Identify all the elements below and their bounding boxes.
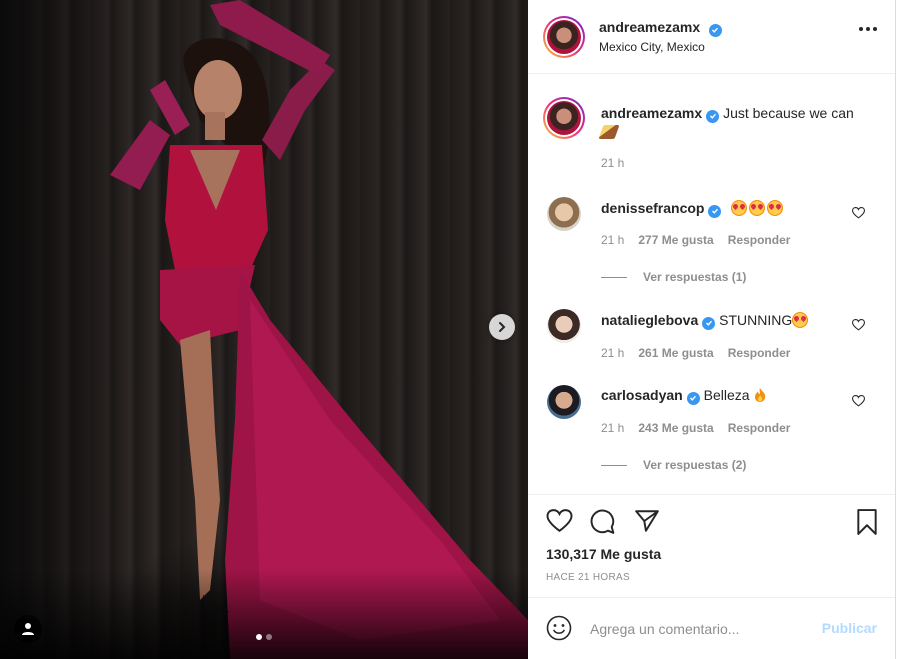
- verified-icon: [708, 204, 722, 218]
- caption-text: Just because we can: [723, 105, 854, 121]
- more-icon: [859, 27, 863, 31]
- verified-icon: [686, 391, 700, 405]
- share-icon[interactable]: [634, 509, 660, 533]
- post-photo[interactable]: [0, 0, 528, 659]
- heart-eyes-emoji: [731, 200, 748, 216]
- verified-icon: [708, 23, 722, 37]
- next-photo-button[interactable]: [489, 314, 515, 340]
- reply-button[interactable]: Responder: [728, 233, 791, 247]
- replies-divider: [601, 464, 627, 466]
- bookmark-icon[interactable]: [856, 509, 878, 535]
- caption-author-avatar-image: [547, 101, 581, 135]
- heart-icon[interactable]: [546, 509, 573, 533]
- comment-likes[interactable]: 277 Me gusta: [638, 233, 713, 247]
- author-avatar-image: [547, 20, 581, 54]
- post-header: andreamezamx Mexico City, Mexico: [528, 0, 895, 74]
- tagged-users-button[interactable]: [14, 615, 42, 643]
- caption-username[interactable]: andreamezamx: [601, 105, 702, 121]
- like-comment-heart-icon[interactable]: [852, 319, 865, 331]
- caption: andreamezamx Just because we can: [598, 104, 861, 142]
- view-replies-button[interactable]: Ver respuestas (2): [601, 458, 746, 472]
- comment-time[interactable]: 21 h: [601, 346, 624, 360]
- publish-button[interactable]: Publicar: [822, 620, 877, 636]
- replies-divider: [601, 276, 627, 278]
- view-replies-button[interactable]: Ver respuestas (1): [601, 270, 746, 284]
- comments-list[interactable]: andreamezamx Just because we can 21 h de…: [528, 75, 895, 493]
- comment: natalieglebova STUNNING: [601, 311, 810, 330]
- verified-icon: [702, 316, 716, 330]
- reply-button[interactable]: Responder: [728, 421, 791, 435]
- carousel-dot-active: [256, 634, 262, 640]
- like-comment-heart-icon[interactable]: [852, 395, 865, 407]
- fire-emoji: [755, 388, 766, 402]
- like-comment-heart-icon[interactable]: [852, 207, 865, 219]
- heart-eyes-emoji: [767, 200, 784, 216]
- view-replies-label: Ver respuestas (2): [643, 458, 747, 472]
- heart-eyes-emoji-group: [731, 200, 785, 216]
- heart-eyes-emoji: [792, 312, 809, 328]
- comment-text: Belleza: [703, 387, 750, 403]
- user-tag-icon: [22, 623, 34, 635]
- author-username[interactable]: andreamezamx: [599, 19, 700, 35]
- comment-username[interactable]: carlosadyan: [601, 387, 683, 403]
- comment-meta: 21 h 261 Me gusta Responder: [601, 346, 790, 360]
- heart-eyes-emoji: [749, 200, 766, 216]
- comment-text: STUNNING: [719, 312, 793, 328]
- commenter-avatar[interactable]: [547, 309, 581, 343]
- comment-time[interactable]: 21 h: [601, 233, 624, 247]
- comment-username[interactable]: natalieglebova: [601, 312, 698, 328]
- author-avatar[interactable]: [543, 16, 585, 58]
- post-side-panel: andreamezamx Mexico City, Mexico andream…: [528, 0, 896, 659]
- woman-in-pink-gown-image: [110, 0, 528, 659]
- comment-likes[interactable]: 243 Me gusta: [638, 421, 713, 435]
- comment-username[interactable]: denissefrancop: [601, 200, 704, 216]
- commenter-avatar[interactable]: [547, 197, 581, 231]
- comment-likes[interactable]: 261 Me gusta: [638, 346, 713, 360]
- reply-button[interactable]: Responder: [728, 346, 791, 360]
- comment-icon[interactable]: [589, 509, 616, 535]
- more-options-button[interactable]: [859, 27, 877, 31]
- emoji-icon[interactable]: [546, 615, 572, 641]
- caption-time[interactable]: 21 h: [601, 156, 624, 170]
- commenter-avatar[interactable]: [547, 385, 581, 419]
- carousel-dots: [256, 634, 272, 640]
- post-time-ago[interactable]: HACE 21 HORAS: [546, 572, 630, 583]
- photo-floor-shadow: [0, 569, 528, 659]
- comment-meta: 21 h 277 Me gusta Responder: [601, 233, 790, 247]
- chevron-right-icon: [499, 322, 506, 332]
- carousel-dot: [266, 634, 272, 640]
- comment: denissefrancop: [601, 199, 785, 218]
- post-actions: 130,317 Me gusta HACE 21 HORAS: [528, 494, 895, 597]
- comment-meta: 21 h 243 Me gusta Responder: [601, 421, 790, 435]
- champagne-emoji: [598, 125, 620, 139]
- post-location[interactable]: Mexico City, Mexico: [599, 40, 705, 54]
- comment-input[interactable]: [590, 618, 800, 640]
- view-replies-label: Ver respuestas (1): [643, 270, 747, 284]
- comment-composer: Publicar: [528, 597, 895, 659]
- likes-count[interactable]: 130,317 Me gusta: [546, 546, 661, 562]
- caption-author-avatar[interactable]: [543, 97, 585, 139]
- comment-time[interactable]: 21 h: [601, 421, 624, 435]
- verified-icon: [706, 109, 720, 123]
- comment: carlosadyan Belleza: [601, 386, 767, 405]
- caption-meta: 21 h: [601, 156, 624, 170]
